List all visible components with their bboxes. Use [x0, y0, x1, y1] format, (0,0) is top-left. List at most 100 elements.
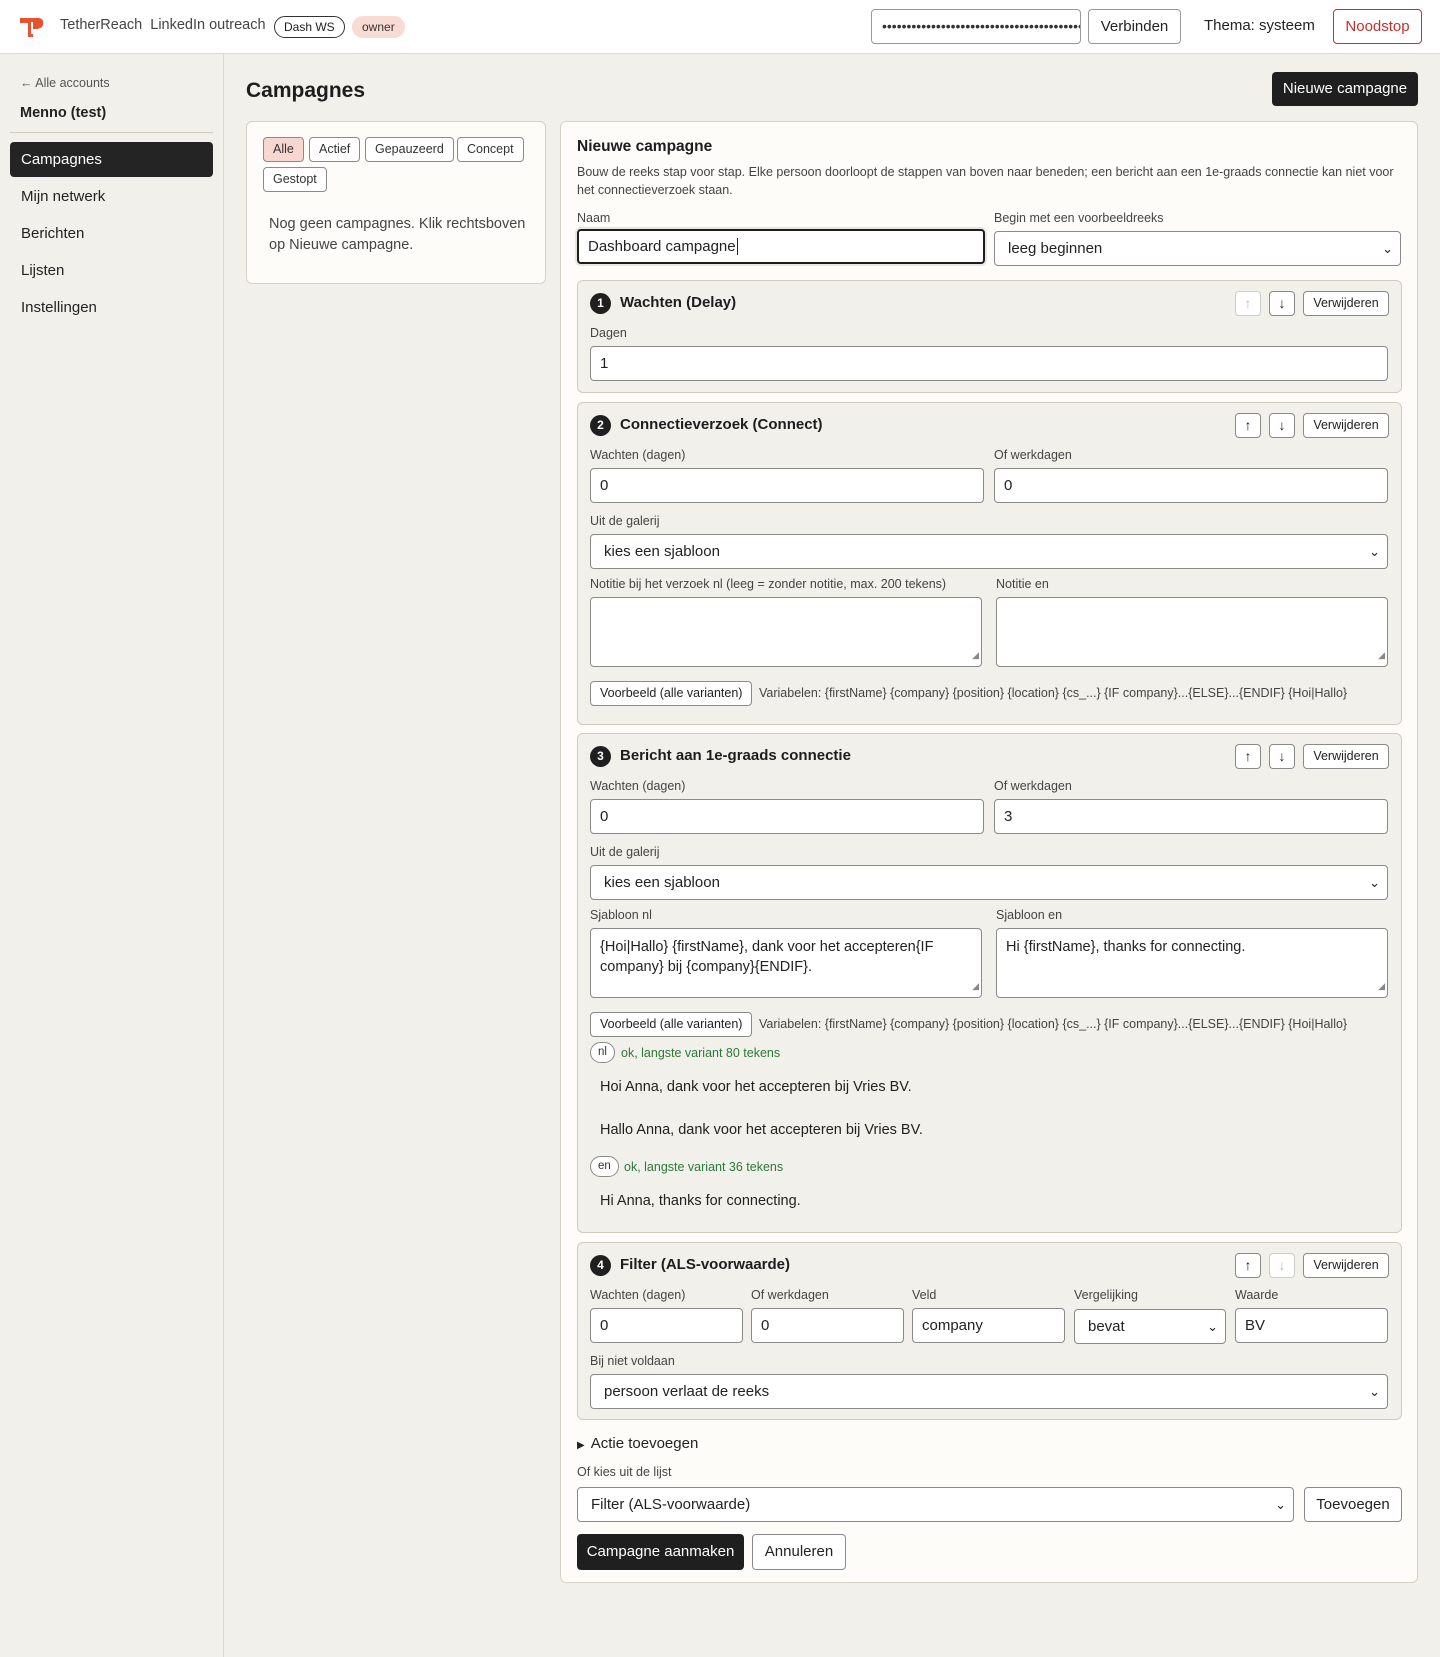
- add-action-toggle[interactable]: ▶ Actie toevoegen: [577, 1435, 698, 1452]
- step-title: Filter (ALS-voorwaarde): [620, 1256, 791, 1273]
- resize-grip-icon[interactable]: ◢: [972, 976, 979, 996]
- move-up-button[interactable]: ↑: [1235, 413, 1261, 438]
- wait-days-input[interactable]: 0: [590, 1308, 743, 1343]
- filter-actief[interactable]: Actief: [309, 137, 361, 162]
- page-title: Campagnes: [246, 79, 366, 102]
- field-input[interactable]: company: [912, 1308, 1065, 1343]
- theme-toggle[interactable]: Thema: systeem: [1204, 17, 1315, 34]
- workdays-input[interactable]: 0: [751, 1308, 904, 1343]
- delete-step-button[interactable]: Verwijderen: [1303, 291, 1389, 316]
- create-campaign-button[interactable]: Campagne aanmaken: [577, 1534, 744, 1570]
- sidebar-item-lijsten[interactable]: Lijsten: [10, 253, 213, 288]
- preview-button[interactable]: Voorbeeld (alle varianten): [590, 681, 753, 706]
- new-campaign-form: Nieuwe campagne Bouw de reeks stap voor …: [560, 121, 1418, 1583]
- chevron-down-icon: ⌄: [1382, 241, 1393, 256]
- resize-grip-icon[interactable]: ◢: [1378, 645, 1385, 665]
- wait-days-input[interactable]: 0: [590, 799, 984, 834]
- empty-state-text: Nog geen campagnes. Klik rechtsboven op …: [269, 216, 526, 253]
- step-title: Connectieverzoek (Connect): [620, 416, 823, 433]
- resize-grip-icon[interactable]: ◢: [1378, 976, 1385, 996]
- step-message: 3 Bericht aan 1e-graads connectie ↑ ↓ Ve…: [577, 733, 1402, 1233]
- template-en-textarea[interactable]: Hi {firstName}, thanks for connecting. ◢: [996, 928, 1388, 998]
- preview-button[interactable]: Voorbeeld (alle varianten): [590, 1012, 753, 1037]
- note-en-label: Notitie en: [996, 577, 1049, 591]
- language-badge-nl: nl: [590, 1042, 615, 1063]
- note-nl-textarea[interactable]: ◢: [590, 597, 982, 667]
- preview-text: Hoi Anna, dank voor het accepteren bij V…: [600, 1079, 912, 1095]
- gallery-label: Uit de galerij: [590, 514, 660, 528]
- sidebar-item-instellingen[interactable]: Instellingen: [10, 290, 213, 325]
- gallery-label: Uit de galerij: [590, 845, 660, 859]
- move-down-button[interactable]: ↓: [1269, 291, 1295, 316]
- chevron-down-icon: ⌄: [1275, 1497, 1286, 1512]
- sidebar-item-campagnes[interactable]: Campagnes: [10, 142, 213, 177]
- length-status-en: ok, langste variant 36 tekens: [624, 1160, 784, 1174]
- new-campaign-button[interactable]: Nieuwe campagne: [1272, 72, 1418, 106]
- cancel-button[interactable]: Annuleren: [752, 1534, 846, 1570]
- back-to-accounts-link[interactable]: ← Alle accounts: [20, 76, 110, 90]
- note-nl-label: Notitie bij het verzoek nl (leeg = zonde…: [590, 577, 947, 591]
- value-label: Waarde: [1235, 1288, 1279, 1302]
- variables-hint: Variabelen: {firstName} {company} {posit…: [759, 1017, 1348, 1031]
- step-delay: 1 Wachten (Delay) ↑ ↓ Verwijderen Dagen …: [577, 280, 1402, 393]
- step-title: Wachten (Delay): [620, 294, 737, 311]
- campaign-name-input[interactable]: Dashboard campagne: [577, 229, 985, 264]
- resize-grip-icon[interactable]: ◢: [972, 645, 979, 665]
- sidebar: ← Alle accounts Menno (test) Campagnes M…: [0, 54, 224, 1657]
- chevron-down-icon: ⌄: [1369, 875, 1380, 890]
- field-label: Veld: [912, 1288, 937, 1302]
- delete-step-button[interactable]: Verwijderen: [1303, 1253, 1389, 1278]
- template-nl-label: Sjabloon nl: [590, 908, 652, 922]
- value-input[interactable]: BV: [1235, 1308, 1388, 1343]
- action-type-select[interactable]: Filter (ALS-voorwaarde) ⌄: [577, 1487, 1294, 1522]
- step-number: 2: [590, 415, 611, 436]
- step-connect: 2 Connectieverzoek (Connect) ↑ ↓ Verwijd…: [577, 402, 1402, 725]
- form-title: Nieuwe campagne: [577, 138, 713, 155]
- compare-label: Vergelijking: [1074, 1288, 1138, 1302]
- wait-days-input[interactable]: 0: [590, 468, 984, 503]
- move-up-button[interactable]: ↑: [1235, 291, 1261, 316]
- tetherreach-logo-icon: [20, 18, 44, 37]
- unmet-select[interactable]: persoon verlaat de reeks ⌄: [590, 1374, 1388, 1409]
- step-number: 1: [590, 293, 611, 314]
- move-up-button[interactable]: ↑: [1235, 1253, 1261, 1278]
- template-nl-textarea[interactable]: {Hoi|Hallo} {firstName}, dank voor het a…: [590, 928, 982, 998]
- filter-gepauzeerd[interactable]: Gepauzeerd: [365, 137, 454, 162]
- add-action-button[interactable]: Toevoegen: [1304, 1487, 1402, 1522]
- sidebar-item-berichten[interactable]: Berichten: [10, 216, 213, 251]
- delete-step-button[interactable]: Verwijderen: [1303, 744, 1389, 769]
- brand-title: TetherReach LinkedIn outreach: [60, 17, 266, 33]
- filter-concept[interactable]: Concept: [457, 137, 524, 162]
- note-en-textarea[interactable]: ◢: [996, 597, 1388, 667]
- workdays-label: Of werkdagen: [994, 779, 1072, 793]
- days-input[interactable]: 1: [590, 346, 1388, 381]
- filter-gestopt[interactable]: Gestopt: [263, 167, 327, 192]
- move-down-button[interactable]: ↓: [1269, 413, 1295, 438]
- step-number: 3: [590, 746, 611, 767]
- template-en-label: Sjabloon en: [996, 908, 1063, 922]
- emergency-stop-button[interactable]: Noodstop: [1333, 9, 1422, 44]
- workdays-label: Of werkdagen: [994, 448, 1072, 462]
- role-badge: owner: [352, 16, 405, 38]
- filter-alle[interactable]: Alle: [263, 137, 304, 162]
- connect-button[interactable]: Verbinden: [1088, 9, 1181, 44]
- move-down-button[interactable]: ↓: [1269, 1253, 1295, 1278]
- unmet-label: Bij niet voldaan: [590, 1354, 675, 1368]
- triangle-right-icon: ▶: [577, 1440, 585, 1451]
- template-select[interactable]: leeg beginnen ⌄: [994, 231, 1401, 266]
- move-down-button[interactable]: ↓: [1269, 744, 1295, 769]
- compare-select[interactable]: bevat ⌄: [1074, 1309, 1226, 1344]
- workdays-input[interactable]: 0: [994, 468, 1388, 503]
- gallery-select[interactable]: kies een sjabloon ⌄: [590, 865, 1388, 900]
- workdays-label: Of werkdagen: [751, 1288, 829, 1302]
- gallery-select[interactable]: kies een sjabloon ⌄: [590, 534, 1388, 569]
- form-description: Bouw de reeks stap voor stap. Elke perso…: [577, 165, 1394, 197]
- workspace-badge[interactable]: Dash WS: [274, 16, 345, 38]
- top-bar: TetherReach LinkedIn outreach Dash WS ow…: [0, 0, 1440, 54]
- delete-step-button[interactable]: Verwijderen: [1303, 413, 1389, 438]
- move-up-button[interactable]: ↑: [1235, 744, 1261, 769]
- chevron-down-icon: ⌄: [1369, 1384, 1380, 1399]
- api-key-input[interactable]: ••••••••••••••••••••••••••••••••••••••••…: [871, 9, 1081, 44]
- workdays-input[interactable]: 3: [994, 799, 1388, 834]
- sidebar-item-mijn-netwerk[interactable]: Mijn netwerk: [10, 179, 213, 214]
